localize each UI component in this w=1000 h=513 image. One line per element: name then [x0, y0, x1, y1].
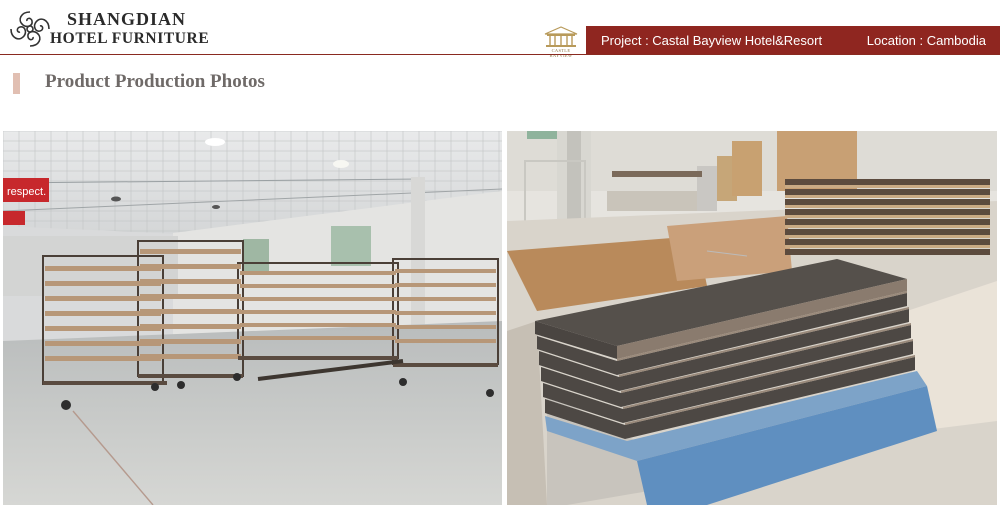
hotel-pavilion-logo-icon: [544, 26, 578, 47]
stone-countertops-on-pallets-photo: [507, 131, 997, 505]
section-title: Product Production Photos: [45, 71, 265, 92]
factory-drying-racks-photo: respect.: [3, 131, 502, 505]
project-info-bar: Project : Castal Bayview Hotel&Resort Lo…: [586, 26, 1000, 55]
hotel-logo-caption: CASTLE BAYVIEW: [549, 48, 573, 58]
brand-subtitle: HOTEL FURNITURE: [50, 30, 210, 47]
header-divider: [0, 54, 1000, 55]
project-name: Project : Castal Bayview Hotel&Resort: [601, 33, 823, 48]
page-header: SHANGDIAN HOTEL FURNITURE CASTLE BAYVIEW…: [0, 0, 1000, 58]
project-location: Location : Cambodia: [866, 33, 986, 48]
shangdian-logo-icon: [10, 11, 50, 47]
hotel-logo: CASTLE BAYVIEW: [540, 25, 582, 58]
section-title-marker: [13, 73, 20, 94]
brand-name: SHANGDIAN: [67, 9, 187, 29]
factory-banner-text: respect.: [7, 186, 46, 198]
